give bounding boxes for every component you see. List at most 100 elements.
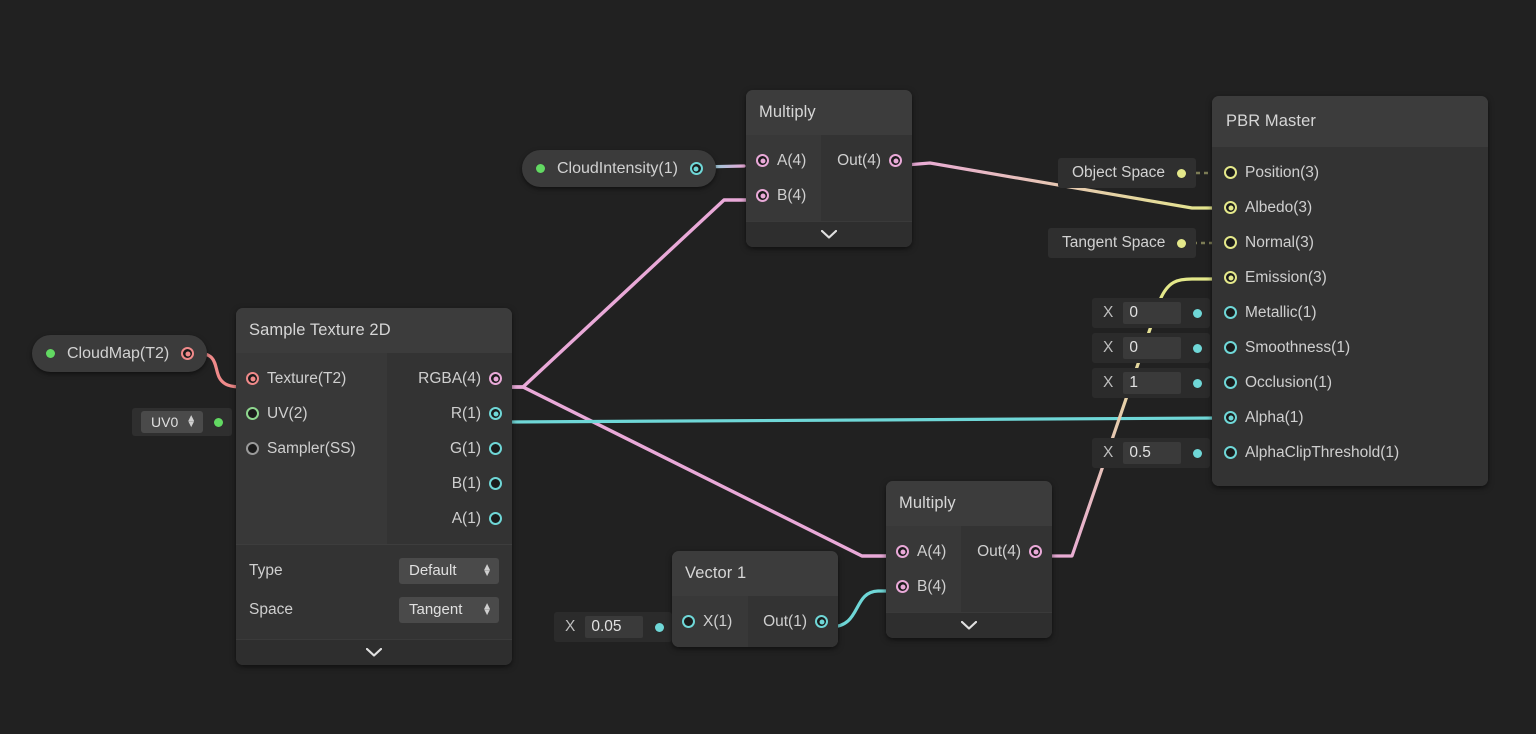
- type-dropdown[interactable]: Default ▲ ▼: [399, 557, 499, 584]
- vector1-x-value[interactable]: 0.05: [585, 616, 644, 638]
- collapse-toggle[interactable]: [886, 612, 1052, 638]
- node-sample-texture-2d[interactable]: Sample Texture 2D Texture(T2) UV(2) Samp…: [236, 308, 512, 665]
- slot-label: Normal(3): [1245, 233, 1314, 251]
- port-g[interactable]: [489, 442, 502, 455]
- value-output-dot[interactable]: [1193, 448, 1203, 458]
- node-title: Multiply: [886, 481, 1052, 526]
- output-slot-a[interactable]: A(1): [387, 501, 512, 536]
- input-slot-b[interactable]: B(4): [746, 178, 821, 213]
- slot-albedo[interactable]: Albedo(3): [1212, 190, 1488, 225]
- port-texture[interactable]: [246, 372, 259, 385]
- node-pbr-master[interactable]: PBR Master Position(3) Albedo(3) Normal(…: [1212, 96, 1488, 486]
- port-emission[interactable]: [1224, 271, 1237, 284]
- output-slot-out[interactable]: Out(4): [821, 143, 912, 178]
- input-slot-sampler[interactable]: Sampler(SS): [236, 431, 387, 466]
- port-a[interactable]: [489, 512, 502, 525]
- position-space-label: Object Space: [1072, 164, 1166, 181]
- port-position[interactable]: [1224, 166, 1237, 179]
- port-b[interactable]: [896, 580, 909, 593]
- chevron-down-icon: [961, 621, 977, 630]
- normal-space-input[interactable]: Tangent Space: [1048, 228, 1197, 258]
- slot-normal[interactable]: Normal(3): [1212, 225, 1488, 260]
- uv-output-dot[interactable]: [214, 417, 224, 427]
- uv-channel-dropdown[interactable]: UV0 ▲ ▼: [141, 411, 204, 433]
- port-smoothness[interactable]: [1224, 341, 1237, 354]
- port-a[interactable]: [756, 154, 769, 167]
- metallic-value[interactable]: 0: [1123, 302, 1182, 324]
- slot-label: Out(1): [763, 612, 807, 630]
- slot-smoothness[interactable]: Smoothness(1): [1212, 330, 1488, 365]
- input-slot-uv[interactable]: UV(2): [236, 396, 387, 431]
- slot-emission[interactable]: Emission(3): [1212, 260, 1488, 295]
- position-space-input[interactable]: Object Space: [1058, 158, 1197, 188]
- slot-label: Position(3): [1245, 163, 1320, 181]
- normal-space-dot[interactable]: [1177, 238, 1187, 248]
- occlusion-input[interactable]: X 1: [1092, 368, 1211, 398]
- slot-occlusion[interactable]: Occlusion(1): [1212, 365, 1488, 400]
- value-output-dot[interactable]: [655, 622, 665, 632]
- smoothness-input[interactable]: X 0: [1092, 333, 1211, 363]
- alpha-clip-threshold-input[interactable]: X 0.5: [1092, 438, 1211, 468]
- input-slot-x[interactable]: X(1): [672, 604, 748, 639]
- port-out[interactable]: [889, 154, 902, 167]
- shader-graph-canvas[interactable]: CloudMap(T2) CloudIntensity(1) UV0 ▲ ▼ Sa…: [0, 0, 1536, 734]
- node-vector-1[interactable]: Vector 1 X(1) Out(1): [672, 551, 838, 647]
- node-multiply-top[interactable]: Multiply A(4) B(4) Out(4): [746, 90, 912, 247]
- output-slot-g[interactable]: G(1): [387, 431, 512, 466]
- space-dropdown[interactable]: Tangent ▲ ▼: [399, 596, 499, 623]
- port-uv[interactable]: [246, 407, 259, 420]
- port-x[interactable]: [682, 615, 695, 628]
- port-b[interactable]: [756, 189, 769, 202]
- collapse-toggle[interactable]: [236, 639, 512, 665]
- output-slot-out[interactable]: Out(4): [961, 534, 1052, 569]
- normal-space-label: Tangent Space: [1062, 234, 1166, 251]
- output-slot-r[interactable]: R(1): [387, 396, 512, 431]
- slot-metallic[interactable]: Metallic(1): [1212, 295, 1488, 330]
- port-occlusion[interactable]: [1224, 376, 1237, 389]
- value-output-dot[interactable]: [1193, 308, 1203, 318]
- input-slot-a[interactable]: A(4): [746, 143, 821, 178]
- slot-alpha[interactable]: Alpha(1): [1212, 400, 1488, 435]
- collapse-toggle[interactable]: [746, 221, 912, 247]
- port-normal[interactable]: [1224, 236, 1237, 249]
- slot-label: G(1): [450, 439, 481, 457]
- slot-label: Occlusion(1): [1245, 373, 1332, 391]
- port-b[interactable]: [489, 477, 502, 490]
- position-space-dot[interactable]: [1177, 168, 1187, 178]
- output-port-vector1[interactable]: [689, 162, 703, 175]
- metallic-input[interactable]: X 0: [1092, 298, 1211, 328]
- port-a[interactable]: [896, 545, 909, 558]
- property-node-cloudintensity[interactable]: CloudIntensity(1): [522, 150, 716, 187]
- chevron-down-icon: [821, 230, 837, 239]
- port-out[interactable]: [815, 615, 828, 628]
- node-multiply-bottom[interactable]: Multiply A(4) B(4) Out(4): [886, 481, 1052, 638]
- port-albedo[interactable]: [1224, 201, 1237, 214]
- output-port-texture[interactable]: [181, 347, 195, 360]
- output-slot-out[interactable]: Out(1): [748, 604, 838, 639]
- port-rgba[interactable]: [489, 372, 502, 385]
- input-slot-a[interactable]: A(4): [886, 534, 961, 569]
- updown-arrows-icon: ▲ ▼: [186, 413, 197, 430]
- port-alpha[interactable]: [1224, 411, 1237, 424]
- port-sampler[interactable]: [246, 442, 259, 455]
- output-slot-b[interactable]: B(1): [387, 466, 512, 501]
- value-output-dot[interactable]: [1193, 378, 1203, 388]
- port-out[interactable]: [1029, 545, 1042, 558]
- smoothness-value[interactable]: 0: [1123, 337, 1182, 359]
- value-output-dot[interactable]: [1193, 343, 1203, 353]
- slot-position[interactable]: Position(3): [1212, 155, 1488, 190]
- port-r[interactable]: [489, 407, 502, 420]
- uv-channel-input[interactable]: UV0 ▲ ▼: [132, 408, 233, 436]
- slot-alpha-clip-threshold[interactable]: AlphaClipThreshold(1): [1212, 435, 1488, 470]
- port-alpha-clip-threshold[interactable]: [1224, 446, 1237, 459]
- input-slot-b[interactable]: B(4): [886, 569, 961, 604]
- slot-label: B(4): [777, 186, 807, 204]
- wire-rgba-to-multiply-top-b: [503, 198, 754, 389]
- occlusion-value[interactable]: 1: [1123, 372, 1182, 394]
- input-slot-texture[interactable]: Texture(T2): [236, 361, 387, 396]
- vector1-x-input[interactable]: X 0.05: [554, 612, 673, 642]
- property-node-cloudmap[interactable]: CloudMap(T2): [32, 335, 208, 372]
- alpha-clip-value[interactable]: 0.5: [1123, 442, 1182, 464]
- port-metallic[interactable]: [1224, 306, 1237, 319]
- output-slot-rgba[interactable]: RGBA(4): [387, 361, 512, 396]
